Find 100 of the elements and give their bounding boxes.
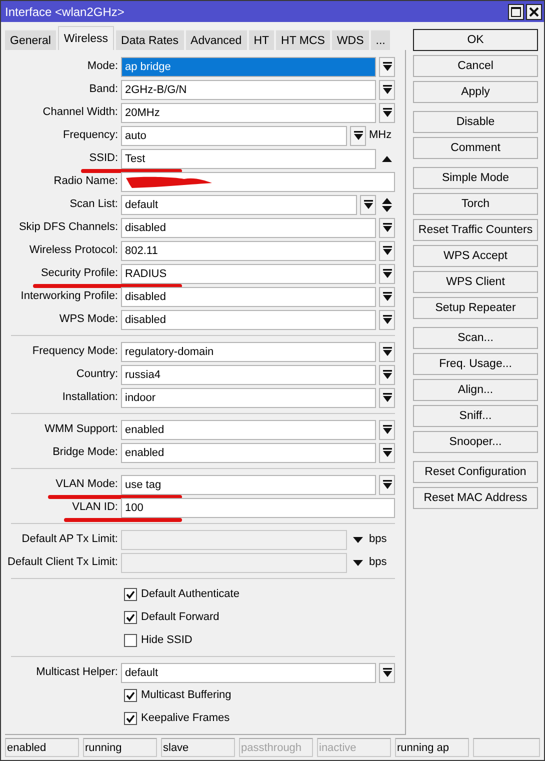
select-field[interactable]: indoor xyxy=(121,388,376,408)
checkbox-label: Multicast Buffering xyxy=(141,688,232,704)
action-button[interactable]: Reset Configuration xyxy=(413,461,538,483)
dropdown-button[interactable] xyxy=(379,286,395,306)
dropdown-icon xyxy=(354,131,362,140)
checkbox-label: Default Forward xyxy=(141,610,220,626)
dropdown-icon xyxy=(382,425,392,434)
action-button[interactable]: Cancel xyxy=(413,55,538,77)
checkmark-icon xyxy=(126,590,135,599)
checkbox[interactable] xyxy=(124,689,137,702)
close-button[interactable] xyxy=(526,4,542,20)
field-label: Default AP Tx Limit: xyxy=(22,532,118,548)
checkbox[interactable] xyxy=(124,588,137,601)
select-field[interactable]: 20MHz xyxy=(121,102,376,122)
action-button[interactable]: Snooper... xyxy=(413,431,538,453)
dropdown-button[interactable] xyxy=(379,218,395,238)
dropdown-button[interactable] xyxy=(379,80,395,100)
status-cell: passthrough xyxy=(239,738,313,757)
tab[interactable]: ... xyxy=(370,30,390,50)
select-field[interactable]: auto xyxy=(121,126,347,146)
tab[interactable]: HT MCS xyxy=(276,30,330,50)
dropdown-button[interactable] xyxy=(379,388,395,408)
checkmark-icon xyxy=(126,714,135,723)
dropdown-button[interactable] xyxy=(360,194,376,214)
checkbox[interactable] xyxy=(124,634,137,647)
dropdown-button[interactable] xyxy=(379,264,395,284)
field-label: Default Client Tx Limit: xyxy=(8,555,118,570)
field-label: VLAN ID: xyxy=(72,499,118,516)
dropdown-button[interactable] xyxy=(379,420,395,440)
action-button[interactable]: WPS Client xyxy=(413,271,538,293)
field-label: Security Profile: xyxy=(40,265,118,282)
dropdown-icon xyxy=(382,246,392,255)
dropdown-button[interactable] xyxy=(379,56,395,76)
checkbox[interactable] xyxy=(124,611,137,624)
action-button[interactable]: Simple Mode xyxy=(413,167,538,189)
action-button[interactable]: Sniff... xyxy=(413,405,538,427)
dropdown-button[interactable] xyxy=(379,310,395,330)
select-field[interactable]: use tag xyxy=(121,474,376,494)
action-button[interactable]: Apply xyxy=(413,81,538,103)
dropdown-button[interactable] xyxy=(379,102,395,122)
input-field[interactable]: Test xyxy=(121,148,376,168)
tab[interactable]: Wireless xyxy=(58,26,114,50)
maximize-button[interactable] xyxy=(508,4,524,20)
status-cell xyxy=(473,738,540,757)
input-field[interactable] xyxy=(121,172,395,192)
field-label: Channel Width: xyxy=(42,105,118,120)
select-field[interactable]: enabled xyxy=(121,442,376,462)
action-button[interactable]: Reset Traffic Counters xyxy=(413,219,538,241)
select-field[interactable]: 802.11 xyxy=(121,240,376,260)
select-field[interactable]: enabled xyxy=(121,420,376,440)
dropdown-button[interactable] xyxy=(379,240,395,260)
field-label: Band: xyxy=(89,82,118,98)
select-field[interactable]: 2GHz-B/G/N xyxy=(121,80,376,100)
input-field[interactable]: 100 xyxy=(121,498,395,518)
select-field[interactable]: russia4 xyxy=(121,364,376,384)
tab[interactable]: HT xyxy=(248,30,274,50)
unit-label: MHz xyxy=(369,128,393,144)
dropdown-icon xyxy=(382,85,392,94)
unit-label: bps xyxy=(369,532,388,548)
action-button[interactable]: Torch xyxy=(413,193,538,215)
action-button[interactable]: WPS Accept xyxy=(413,245,538,267)
field-label: WMM Support: xyxy=(44,422,118,438)
field-label: Mode: xyxy=(87,59,118,74)
dropdown-button[interactable] xyxy=(379,442,395,462)
select-field[interactable]: ap bridge xyxy=(121,56,376,76)
action-button[interactable]: OK xyxy=(413,29,538,51)
checkbox[interactable] xyxy=(124,712,137,725)
dropdown-button[interactable] xyxy=(379,342,395,362)
dropdown-button[interactable] xyxy=(379,364,395,384)
dropdown-button[interactable] xyxy=(379,662,395,682)
checkmark-icon xyxy=(126,613,135,622)
caret-icon xyxy=(353,560,363,566)
select-field[interactable]: disabled xyxy=(121,310,376,330)
action-button[interactable]: Scan... xyxy=(413,327,538,349)
select-field[interactable]: default xyxy=(121,662,376,682)
action-button[interactable]: Freq. Usage... xyxy=(413,353,538,375)
maximize-icon xyxy=(511,6,521,16)
tab[interactable]: Advanced xyxy=(186,30,247,50)
dropdown-button[interactable] xyxy=(350,126,366,146)
dropdown-icon xyxy=(382,393,392,402)
tab[interactable]: WDS xyxy=(332,30,369,50)
field-label: Installation: xyxy=(62,390,118,406)
dropdown-button[interactable] xyxy=(379,474,395,494)
tab[interactable]: Data Rates xyxy=(116,30,184,50)
field-label: Radio Name: xyxy=(54,174,118,190)
select-field[interactable]: disabled xyxy=(121,218,376,238)
action-button[interactable]: Align... xyxy=(413,379,538,401)
select-field[interactable]: default xyxy=(121,194,357,214)
select-field[interactable]: RADIUS xyxy=(121,264,376,284)
checkbox-label: Keepalive Frames xyxy=(141,711,230,726)
select-field[interactable]: regulatory-domain xyxy=(121,342,376,362)
dropdown-icon xyxy=(382,292,392,301)
action-button[interactable]: Setup Repeater xyxy=(413,297,538,319)
action-button[interactable]: Disable xyxy=(413,111,538,133)
select-field[interactable]: disabled xyxy=(121,286,376,306)
tab[interactable]: General xyxy=(5,30,56,50)
dropdown-icon xyxy=(382,480,392,489)
dropdown-icon xyxy=(382,269,392,278)
action-button[interactable]: Reset MAC Address xyxy=(413,487,538,509)
action-button[interactable]: Comment xyxy=(413,137,538,159)
